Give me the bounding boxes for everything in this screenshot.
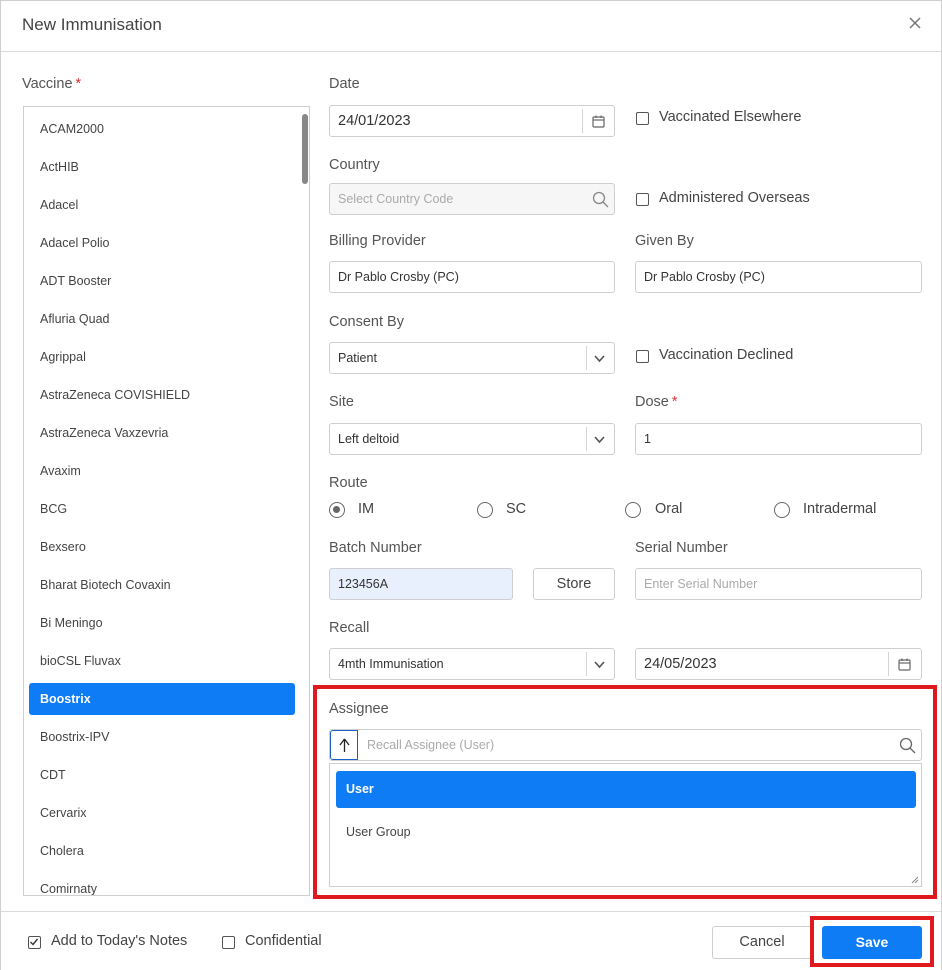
vaccination-declined-label: Vaccination Declined — [659, 347, 794, 363]
vaccine-list-item[interactable]: Bexsero — [29, 531, 295, 563]
dose-field[interactable]: 1 — [635, 423, 922, 455]
route-intradermal-radio[interactable] — [774, 502, 790, 518]
vaccination-declined-checkbox[interactable] — [636, 350, 649, 363]
serial-number-placeholder: Enter Serial Number — [644, 577, 758, 591]
serial-number-label: Serial Number — [635, 540, 728, 556]
route-im-radio[interactable] — [329, 502, 345, 518]
cancel-button[interactable]: Cancel — [712, 926, 812, 959]
recall-label: Recall — [329, 620, 370, 636]
administered-overseas-checkbox[interactable] — [636, 193, 649, 206]
billing-provider-label: Billing Provider — [329, 233, 426, 249]
country-placeholder: Select Country Code — [338, 192, 454, 206]
batch-number-field[interactable]: 123456A — [329, 568, 513, 600]
add-to-notes-checkbox[interactable] — [28, 936, 41, 949]
confidential-checkbox[interactable] — [222, 936, 235, 949]
administered-overseas-label: Administered Overseas — [659, 190, 810, 206]
given-by-value: Dr Pablo Crosby (PC) — [644, 270, 765, 284]
add-to-notes-label: Add to Today's Notes — [51, 933, 188, 949]
calendar-icon[interactable] — [897, 657, 912, 672]
checkmark-icon — [30, 938, 39, 946]
vaccine-list-item[interactable]: Bharat Biotech Covaxin — [29, 569, 295, 601]
vaccine-list-item[interactable]: Adacel Polio — [29, 227, 295, 259]
dose-value: 1 — [644, 432, 651, 446]
recall-date-field[interactable]: 24/05/2023 — [635, 648, 922, 680]
confidential-label: Confidential — [245, 933, 322, 949]
vaccine-list-item[interactable]: CDT — [29, 759, 295, 791]
route-oral-label: Oral — [655, 501, 683, 517]
new-immunisation-dialog: New Immunisation Vaccine * ACAM2000 ActHIB… — [0, 0, 942, 970]
date-label: Date — [329, 76, 360, 92]
route-sc-radio[interactable] — [477, 502, 493, 518]
vaccine-label: Vaccine * — [22, 76, 82, 92]
vaccine-list-item[interactable]: Agrippal — [29, 341, 295, 373]
batch-number-value: 123456A — [338, 577, 389, 591]
chevron-down-icon[interactable] — [593, 352, 606, 365]
vaccine-list-item[interactable]: bioCSL Fluvax — [29, 645, 295, 677]
given-by-label: Given By — [635, 233, 694, 249]
assignee-highlight-box — [313, 685, 937, 899]
vaccine-list-item[interactable]: Cholera — [29, 835, 295, 867]
route-oral-radio[interactable] — [625, 502, 641, 518]
vaccine-list-item[interactable]: Avaxim — [29, 455, 295, 487]
vaccine-list-scrollbar[interactable] — [302, 114, 308, 184]
vaccine-list-item[interactable]: Boostrix-IPV — [29, 721, 295, 753]
consent-by-select[interactable]: Patient — [329, 342, 615, 374]
site-value: Left deltoid — [338, 432, 400, 446]
consent-by-label: Consent By — [329, 314, 404, 330]
serial-number-field[interactable]: Enter Serial Number — [635, 568, 922, 600]
vaccine-list-item[interactable]: Cervarix — [29, 797, 295, 829]
close-icon[interactable] — [907, 15, 923, 31]
site-select[interactable]: Left deltoid — [329, 423, 615, 455]
vaccine-list-item[interactable]: ADT Booster — [29, 265, 295, 297]
country-field[interactable]: Select Country Code — [329, 183, 615, 215]
vaccine-list-item[interactable]: Adacel — [29, 189, 295, 221]
chevron-down-icon[interactable] — [593, 658, 606, 671]
vaccine-list-item[interactable]: Boostrix — [29, 683, 295, 715]
vaccinated-elsewhere-label: Vaccinated Elsewhere — [659, 109, 802, 125]
vaccine-list-item[interactable]: AstraZeneca COVISHIELD — [29, 379, 295, 411]
site-label: Site — [329, 394, 354, 410]
save-highlight-box — [810, 916, 934, 967]
vaccine-list[interactable]: ACAM2000 ActHIB Adacel Adacel Polio ADT Boos… — [23, 106, 310, 896]
store-button[interactable]: Store — [533, 568, 615, 600]
dose-label: Dose * — [635, 394, 678, 410]
recall-value: 4mth Immunisation — [338, 657, 444, 671]
date-value: 24/01/2023 — [338, 113, 411, 129]
batch-number-label: Batch Number — [329, 540, 422, 556]
date-field[interactable]: 24/01/2023 — [329, 105, 615, 137]
vaccine-list-item[interactable]: Afluria Quad — [29, 303, 295, 335]
vaccine-list-item[interactable]: BCG — [29, 493, 295, 525]
given-by-field[interactable]: Dr Pablo Crosby (PC) — [635, 261, 922, 293]
vaccinated-elsewhere-checkbox[interactable] — [636, 112, 649, 125]
dialog-titlebar: New Immunisation — [1, 1, 941, 52]
vaccine-list-item[interactable]: ACAM2000 — [29, 113, 295, 145]
country-label: Country — [329, 157, 380, 173]
calendar-icon[interactable] — [591, 114, 606, 129]
billing-provider-value: Dr Pablo Crosby (PC) — [338, 270, 459, 284]
route-im-label: IM — [358, 501, 375, 517]
route-label: Route — [329, 475, 368, 491]
vaccine-list-item[interactable]: AstraZeneca Vaxzevria — [29, 417, 295, 449]
recall-select[interactable]: 4mth Immunisation — [329, 648, 615, 680]
chevron-down-icon[interactable] — [593, 433, 606, 446]
vaccine-list-item[interactable]: Bi Meningo — [29, 607, 295, 639]
billing-provider-field[interactable]: Dr Pablo Crosby (PC) — [329, 261, 615, 293]
dialog-title: New Immunisation — [22, 15, 162, 34]
vaccine-list-item[interactable]: ActHIB — [29, 151, 295, 183]
search-icon[interactable] — [592, 191, 609, 208]
recall-date-value: 24/05/2023 — [644, 656, 717, 672]
route-sc-label: SC — [506, 501, 527, 517]
consent-by-value: Patient — [338, 351, 377, 365]
vaccine-list-item[interactable]: Comirnaty — [29, 873, 295, 895]
route-intradermal-label: Intradermal — [803, 501, 877, 517]
